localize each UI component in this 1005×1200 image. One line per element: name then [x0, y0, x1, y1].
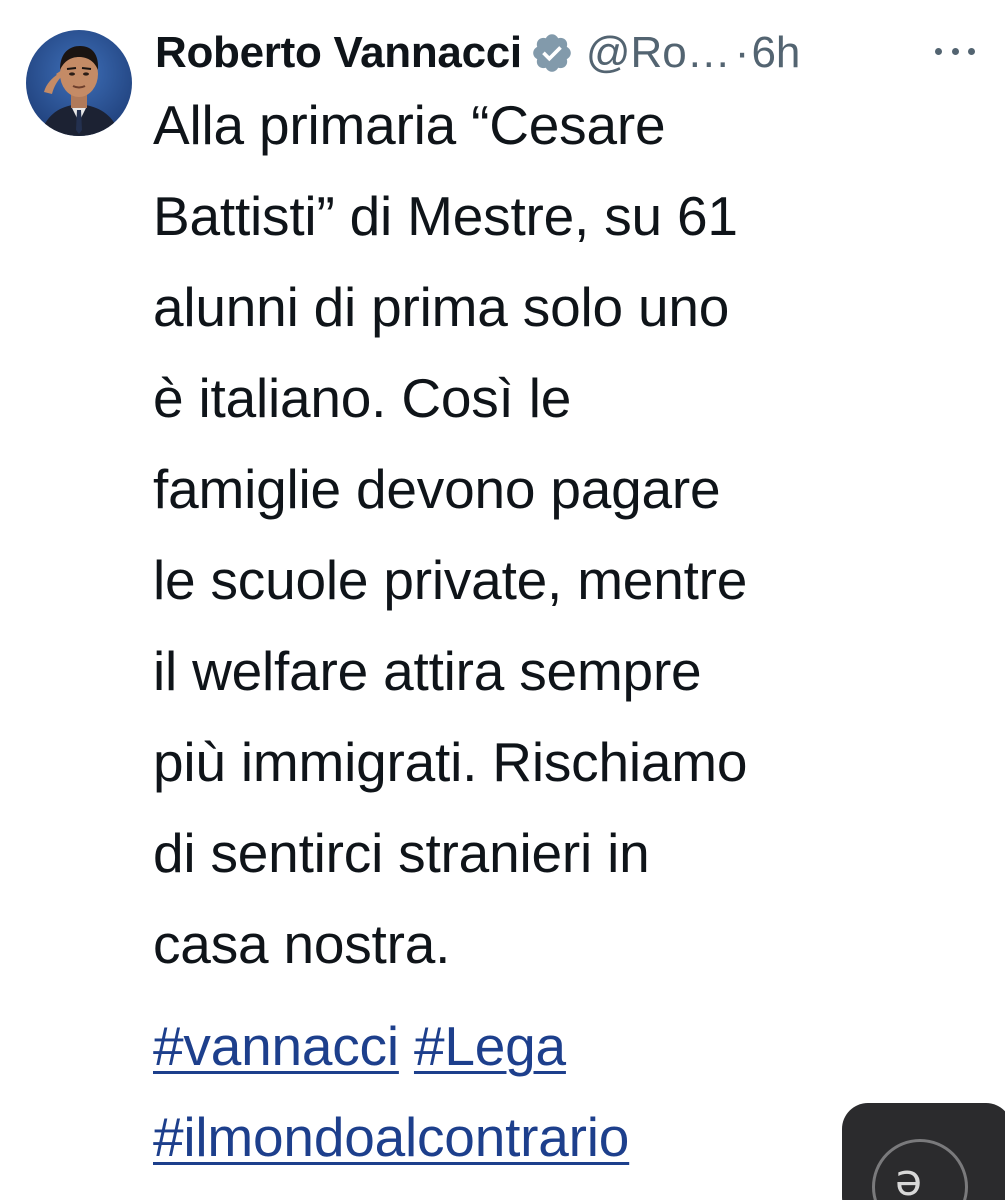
tweet-text: Alla primaria “Cesare Battisti” di Mestr… — [153, 80, 983, 990]
tweet-text-line: è italiano. Così le — [153, 367, 572, 429]
verified-badge-icon[interactable] — [530, 31, 574, 75]
tweet-text-line: Battisti” di Mestre, su 61 — [153, 185, 738, 247]
tweet-text-line: famiglie devono pagare — [153, 458, 721, 520]
more-dot — [968, 47, 975, 55]
translate-icon: ə — [895, 1155, 923, 1200]
tweet-timestamp[interactable]: 6h — [751, 28, 800, 78]
tweet-text-line: le scuole private, mentre — [153, 549, 748, 611]
tweet-text-line: il welfare attira sempre — [153, 640, 702, 702]
hashtag-lega[interactable]: #Lega — [414, 1015, 566, 1077]
author-handle[interactable]: @Ro… — [586, 28, 731, 78]
tweet-text-line: di sentirci stranieri in — [153, 822, 650, 884]
header-separator: · — [734, 28, 750, 77]
tweet-text-line: Alla primaria “Cesare — [153, 94, 666, 156]
tweet-text-line: più immigrati. Rischiamo — [153, 731, 748, 793]
author-name[interactable]: Roberto Vannacci — [155, 28, 522, 78]
more-dot — [951, 47, 959, 55]
tweet-text-line: alunni di prima solo uno — [153, 276, 730, 338]
avatar[interactable] — [26, 30, 132, 136]
translate-button[interactable]: ə — [842, 1103, 1005, 1200]
more-dot — [935, 47, 942, 55]
hashtag-line: #vannacci #Lega — [153, 1001, 983, 1092]
hashtag-ilmondoalcontrario[interactable]: #ilmondoalcontrario — [153, 1106, 629, 1168]
hashtag-vannacci[interactable]: #vannacci — [153, 1015, 399, 1077]
tweet[interactable]: Roberto Vannacci @Ro… · 6h Alla primaria… — [0, 0, 1005, 1200]
avatar-image — [26, 30, 132, 136]
tweet-header: Roberto Vannacci @Ro… · 6h — [155, 22, 800, 84]
tweet-text-line: casa nostra. — [153, 913, 451, 975]
more-options-icon[interactable] — [935, 36, 975, 66]
